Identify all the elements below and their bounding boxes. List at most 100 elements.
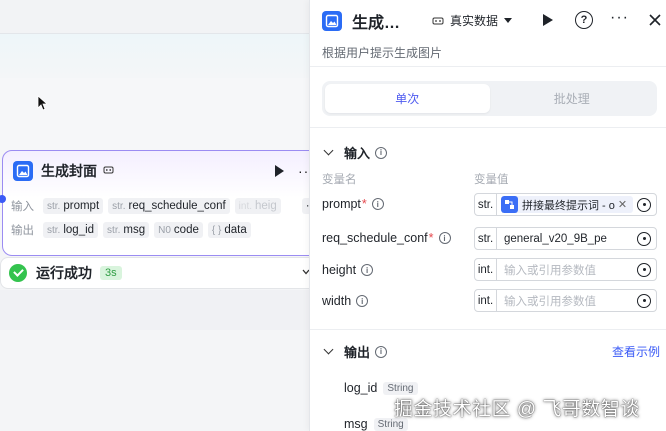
watermark-text: 掘金技术社区 @ 飞哥数智谈 — [394, 399, 640, 420]
param-name: height — [322, 263, 357, 277]
more-inputs-tag[interactable]: ··· — [301, 198, 309, 214]
column-value-header: 变量值 — [474, 174, 509, 186]
param-name: req_schedule_conf — [322, 231, 428, 245]
info-icon[interactable]: i — [361, 264, 374, 276]
node-config-panel: 生成… 真实数据 ? ··· 根据用户提示生成图片 单次 批处理 输入 i 变量… — [309, 0, 666, 431]
input-tag: str. req_schedule_conf — [108, 198, 230, 214]
required-mark: * — [361, 197, 367, 211]
input-tag: int. heig — [234, 198, 281, 214]
info-icon[interactable]: i — [356, 295, 369, 307]
image-app-icon — [322, 11, 342, 31]
plugin-icon — [432, 17, 444, 24]
type-label: str. — [475, 228, 497, 249]
input-section-header[interactable]: 输入 i — [322, 143, 388, 162]
duration-badge: 3s — [100, 266, 122, 280]
panel-header: 生成… 真实数据 ? ··· — [322, 9, 666, 33]
node-connector-dot[interactable] — [0, 195, 6, 203]
close-icon[interactable] — [648, 9, 662, 32]
success-check-icon — [9, 264, 27, 282]
canvas-band — [0, 290, 309, 330]
output-section-header[interactable]: 输出 i — [322, 342, 388, 361]
panel-description: 根据用户提示生成图片 — [322, 46, 443, 60]
divider — [310, 329, 666, 330]
node-inputs-row: 输入 str. prompt str. req_schedule_conf int.… — [11, 198, 309, 214]
caret-down-icon — [504, 18, 513, 23]
workflow-node-card[interactable]: 生成封面 ··· 输入 str.prompt str.req_schedule_… — [0, 150, 309, 256]
reference-picker-icon[interactable] — [637, 293, 651, 308]
reference-picker-icon[interactable] — [637, 262, 651, 277]
param-width: width i — [322, 294, 369, 308]
param-prompt: prompt * i — [322, 197, 384, 211]
info-icon[interactable]: i — [438, 232, 451, 244]
field-value[interactable]: general_v20_9B_pe — [504, 233, 633, 245]
info-icon[interactable]: i — [375, 146, 388, 159]
workflow-canvas[interactable]: 生成封面 ··· 输入 str.prompt str.req_schedule_… — [0, 0, 309, 431]
type-label: str. — [475, 194, 497, 215]
param-req-schedule-conf: req_schedule_conf * i — [322, 231, 451, 245]
output-field-row: log_id String — [344, 381, 418, 395]
panel-title[interactable]: 生成… — [352, 9, 400, 33]
output-type-badge: String — [383, 381, 418, 395]
input-section-title: 输入 — [344, 146, 371, 161]
data-mode-label: 真实数据 — [450, 14, 499, 28]
divider — [310, 127, 666, 128]
output-tag: N0 code — [154, 222, 203, 238]
remove-ref-icon[interactable]: ✕ — [618, 198, 627, 211]
node-ref-icon — [501, 196, 518, 213]
node-title: 生成封面 — [41, 163, 97, 179]
data-mode-select[interactable]: 真实数据 — [432, 12, 513, 29]
node-actions: ··· — [275, 163, 309, 179]
prompt-value-field[interactable]: str. 拼接最终提示词 - o ✕ — [474, 193, 657, 216]
output-field-name: msg — [344, 417, 368, 431]
tab-single[interactable]: 单次 — [325, 84, 490, 113]
more-icon[interactable]: ··· — [610, 9, 629, 27]
run-play-icon[interactable] — [543, 14, 553, 26]
height-field[interactable]: int. 输入或引用参数值 — [474, 258, 657, 281]
reference-chip[interactable]: 拼接最终提示词 - o ✕ — [501, 196, 633, 213]
tab-batch[interactable]: 批处理 — [490, 84, 655, 113]
play-icon[interactable] — [275, 165, 284, 177]
field-placeholder[interactable]: 输入或引用参数值 — [504, 293, 633, 309]
width-field[interactable]: int. 输入或引用参数值 — [474, 289, 657, 312]
output-tag: str. msg — [103, 222, 150, 238]
more-icon[interactable]: ··· — [298, 163, 309, 179]
param-name: prompt — [322, 197, 361, 211]
canvas-band — [0, 78, 309, 150]
run-status-text: 运行成功 — [36, 265, 92, 281]
required-mark: * — [428, 231, 434, 245]
param-name: width — [322, 294, 352, 308]
column-name-header: 变量名 — [322, 174, 357, 186]
chevron-down-icon[interactable] — [302, 266, 309, 278]
field-placeholder[interactable]: 输入或引用参数值 — [504, 262, 633, 278]
chevron-down-icon — [323, 145, 334, 156]
canvas-band — [0, 0, 309, 34]
image-app-icon — [13, 161, 33, 181]
reference-picker-icon[interactable] — [637, 231, 651, 246]
req-schedule-conf-field[interactable]: str. general_v20_9B_pe — [474, 227, 657, 250]
node-header: 生成封面 — [13, 161, 114, 181]
mouse-cursor-icon — [37, 95, 47, 111]
type-label: int. — [475, 259, 497, 280]
outputs-label: 输出 — [11, 225, 34, 237]
reference-picker-icon[interactable] — [637, 197, 651, 212]
node-outputs-row: 输出 str. log_id str. msg N0 code { } data — [11, 222, 251, 238]
output-tag: str. log_id — [43, 222, 99, 238]
param-height: height i — [322, 263, 374, 277]
output-field-name: log_id — [344, 381, 378, 395]
help-icon[interactable]: ? — [575, 11, 593, 29]
run-status-bar[interactable]: 运行成功 3s — [0, 257, 309, 289]
input-tag: str. prompt — [43, 198, 104, 214]
info-icon[interactable]: i — [375, 345, 388, 358]
run-mode-tabs: 单次 批处理 — [322, 81, 657, 116]
output-section-title: 输出 — [344, 345, 371, 360]
divider — [310, 66, 666, 67]
view-example-link[interactable]: 查看示例 — [612, 343, 660, 360]
info-icon[interactable]: i — [371, 198, 384, 210]
output-tag: { } data — [207, 222, 251, 238]
reference-text: 拼接最终提示词 - o — [522, 199, 615, 212]
type-label: int. — [475, 290, 497, 311]
inputs-label: 输入 — [11, 201, 34, 213]
plugin-icon — [103, 165, 114, 178]
chevron-down-icon — [323, 344, 334, 355]
canvas-band — [0, 34, 309, 78]
